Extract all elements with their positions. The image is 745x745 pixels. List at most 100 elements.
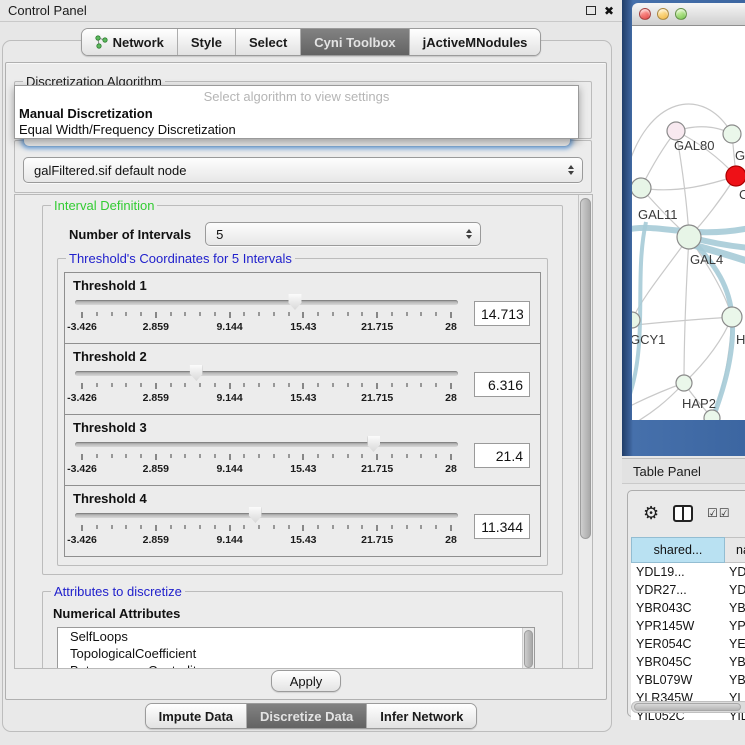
horizontal-scrollbar[interactable] (631, 701, 745, 713)
threshold-label: Threshold 4 (73, 491, 532, 506)
close-icon[interactable]: ✖ (604, 6, 614, 16)
slider-ticks (82, 525, 451, 532)
network-node-label: HAP2 (682, 396, 716, 411)
threshold-2-slider[interactable]: -3.4262.8599.14415.4321.71528 (73, 364, 460, 410)
column-header-name[interactable]: na (725, 537, 745, 563)
application-window: Control Panel ✖ Network (0, 0, 745, 745)
network-node-label: G (735, 148, 745, 163)
interval-definition-group: Interval Definition Number of Intervals … (42, 205, 563, 575)
slider-scale-labels: -3.4262.8599.14415.4321.71528 (82, 321, 451, 334)
table-panel-title: Table Panel (633, 464, 701, 479)
network-node[interactable] (676, 375, 692, 391)
tab-infer-network[interactable]: Infer Network (367, 704, 476, 728)
table-row[interactable]: YBR045CYBR0 (631, 653, 745, 671)
threshold-1-panel: Threshold 1 -3.4262.8599.14415.4321.7152… (64, 272, 541, 344)
zoom-traffic-light-icon[interactable] (675, 8, 687, 20)
network-window-titlebar[interactable] (632, 3, 745, 26)
settings-gear-icon[interactable]: ⚙ (643, 504, 659, 522)
bottom-tab-bar: Impute Data Discretize Data Infer Networ… (0, 703, 622, 729)
table-row[interactable]: YER054CYER0 (631, 635, 745, 653)
number-of-intervals-combobox[interactable]: 5 (205, 222, 481, 246)
network-canvas-svg: GAL80GCGAL11GAL4HGCY1HAP2 (632, 26, 745, 420)
group-label: Threshold's Coordinates for 5 Intervals (66, 251, 295, 266)
tab-jactivemnodules[interactable]: jActiveMNodules (410, 29, 541, 55)
table-panel-titlebar: Table Panel (622, 458, 745, 484)
threshold-label: Threshold 1 (73, 278, 532, 293)
popup-option-equal-width-frequency[interactable]: Equal Width/Frequency Discretization (15, 122, 578, 138)
tab-select[interactable]: Select (236, 29, 301, 55)
threshold-2-value-field[interactable] (474, 372, 530, 397)
attribute-item[interactable]: TopologicalCoefficient (58, 645, 534, 662)
threshold-label: Threshold 2 (73, 349, 532, 364)
threshold-3-panel: Threshold 3 -3.4262.8599.14415.4321.7152… (64, 414, 541, 486)
network-node[interactable] (726, 166, 745, 186)
table-row[interactable]: YDL19...YDL1 (631, 563, 745, 581)
network-node[interactable] (723, 125, 741, 143)
column-checkbox-icons[interactable]: ☑☑ (707, 506, 731, 520)
popup-option-manual-discretization[interactable]: Manual Discretization (15, 106, 578, 122)
combo-value: galFiltered.sif default node (34, 163, 186, 178)
tab-label: Discretize Data (260, 709, 353, 724)
tab-label: Select (249, 35, 287, 50)
tab-impute-data[interactable]: Impute Data (146, 704, 247, 728)
slider-ticks (82, 383, 451, 390)
network-canvas[interactable]: GAL80GCGAL11GAL4HGCY1HAP2 (632, 26, 745, 420)
threshold-1-slider[interactable]: -3.4262.8599.14415.4321.71528 (73, 293, 460, 339)
tab-label: Cyni Toolbox (314, 35, 395, 50)
network-node-label: C (739, 187, 745, 202)
threshold-3-value-field[interactable] (474, 443, 530, 468)
slider-thumb[interactable] (288, 294, 301, 310)
threshold-coordinates-group: Threshold's Coordinates for 5 Intervals … (57, 258, 548, 566)
list-scrollbar[interactable] (522, 628, 534, 668)
slider-thumb[interactable] (249, 507, 262, 523)
slider-thumb[interactable] (367, 436, 380, 452)
table-data-combobox[interactable]: galFiltered.sif default node (23, 157, 583, 183)
threshold-4-value-field[interactable] (474, 514, 530, 539)
tab-discretize-data[interactable]: Discretize Data (247, 704, 367, 728)
tab-label: Impute Data (159, 709, 233, 724)
table-data-group: Table Data galFiltered.sif default node (14, 140, 592, 193)
table-row[interactable]: YDR27...YDR2 (631, 581, 745, 599)
threshold-label: Threshold 3 (73, 420, 532, 435)
slider-scale-labels: -3.4262.8599.14415.4321.71528 (82, 463, 451, 476)
combo-value: 5 (216, 227, 223, 242)
network-node[interactable] (722, 307, 742, 327)
column-header-shared-name[interactable]: shared... (631, 537, 725, 563)
network-node[interactable] (677, 225, 701, 249)
split-columns-icon[interactable] (673, 505, 693, 522)
attribute-item[interactable]: SelfLoops (58, 628, 534, 645)
combo-stepper-icon (568, 165, 574, 175)
network-node[interactable] (632, 178, 651, 198)
slider-ticks (82, 454, 451, 461)
minimize-traffic-light-icon[interactable] (657, 8, 669, 20)
tab-style[interactable]: Style (178, 29, 236, 55)
threshold-4-slider[interactable]: -3.4262.8599.14415.4321.71528 (73, 506, 460, 552)
attribute-item[interactable]: BetweennessCentrality (58, 662, 534, 668)
float-window-icon[interactable] (586, 6, 596, 15)
network-view-window: GAL80GCGAL11GAL4HGCY1HAP2 (622, 0, 745, 456)
threshold-4-panel: Threshold 4 -3.4262.8599.14415.4321.7152… (64, 485, 541, 557)
apply-button[interactable]: Apply (271, 670, 342, 692)
tab-cyni-toolbox[interactable]: Cyni Toolbox (301, 29, 409, 55)
table-header: shared... na (631, 537, 745, 563)
table-toolbar: ⚙ ☑☑ (628, 491, 745, 535)
table-row[interactable]: YBR043CYBR0 (631, 599, 745, 617)
group-label: Attributes to discretize (51, 584, 185, 599)
slider-scale-labels: -3.4262.8599.14415.4321.71528 (82, 534, 451, 547)
tab-label: Network (113, 35, 164, 50)
threshold-3-slider[interactable]: -3.4262.8599.14415.4321.71528 (73, 435, 460, 481)
table-row[interactable]: YBL079WYBL0 (631, 671, 745, 689)
vertical-scrollbar[interactable] (578, 195, 592, 668)
threshold-1-value-field[interactable] (474, 301, 530, 326)
close-traffic-light-icon[interactable] (639, 8, 651, 20)
numerical-attributes-list[interactable]: SelfLoopsTopologicalCoefficientBetweenne… (57, 627, 535, 668)
table-row[interactable]: YPR145WYPR1 (631, 617, 745, 635)
slider-thumb[interactable] (190, 365, 203, 381)
tab-network[interactable]: Network (82, 29, 178, 55)
network-icon (95, 35, 108, 49)
numerical-attributes-heading: Numerical Attributes (53, 606, 554, 621)
network-node[interactable] (704, 410, 720, 420)
control-panel: Control Panel ✖ Network (0, 0, 622, 745)
tab-label: jActiveMNodules (423, 35, 528, 50)
slider-ticks (82, 312, 451, 319)
